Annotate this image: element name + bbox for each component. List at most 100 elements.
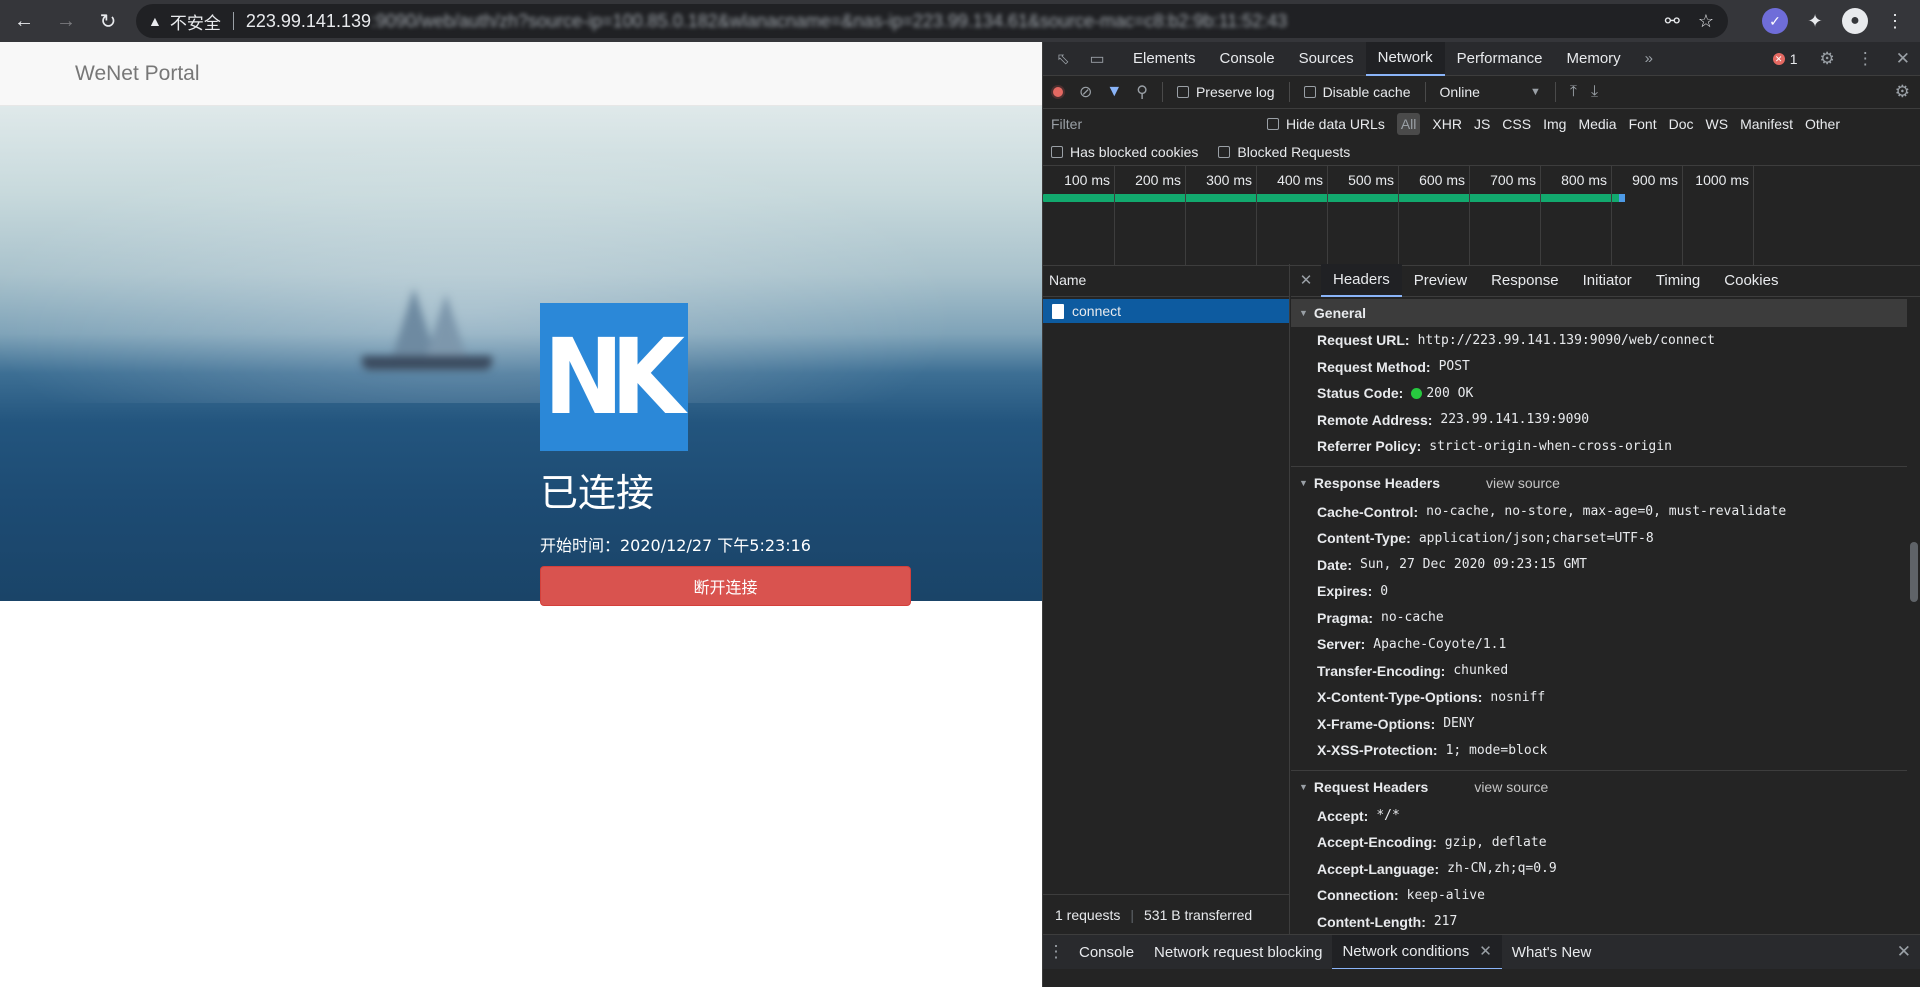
filter-doc[interactable]: Doc [1669,116,1694,132]
tab-performance[interactable]: Performance [1445,42,1555,76]
search-icon[interactable]: ⚲ [1136,82,1148,102]
timeline-tick-label: 100 ms [1064,172,1110,188]
tab-memory[interactable]: Memory [1555,42,1633,76]
request-headers-section-header[interactable]: ▼ Request Headers view source [1291,771,1920,803]
checkbox[interactable] [1267,117,1279,130]
tab-sources[interactable]: Sources [1287,42,1366,76]
filter-js[interactable]: JS [1474,116,1490,132]
filter-input[interactable]: Filter [1047,111,1257,136]
detail-scrollbar[interactable] [1907,297,1920,934]
tab-headers[interactable]: Headers [1321,264,1402,297]
status-ok-icon [1411,387,1423,399]
name-column-header[interactable]: Name [1043,264,1289,297]
timeline-gridline [1185,166,1186,266]
tab-elements[interactable]: Elements [1121,42,1208,76]
warning-icon[interactable]: ▲ [148,13,162,29]
reload-icon[interactable]: ↻ [90,3,126,39]
tab-response[interactable]: Response [1479,264,1571,297]
key-icon[interactable]: ⚯ [1665,11,1680,32]
drawer-menu-icon[interactable]: ⋮ [1043,942,1069,962]
filter-css[interactable]: CSS [1502,116,1531,132]
import-har-icon[interactable]: ⤒ [1570,83,1577,101]
error-count-badge[interactable]: ✕ 1 [1772,51,1798,67]
checkbox[interactable] [1051,145,1063,158]
disable-cache-checkbox[interactable]: Disable cache [1303,84,1411,100]
brand-title[interactable]: WeNet Portal [75,62,200,86]
export-har-icon[interactable]: ⤓ [1591,83,1598,101]
profile-avatar-icon[interactable]: ● [1842,8,1868,34]
clear-icon[interactable]: ⊘ [1079,82,1092,102]
view-source-link[interactable]: view source [1486,475,1560,491]
timeline-gridline [1256,166,1257,266]
checkbox[interactable] [1218,145,1231,158]
drawer-tab-console[interactable]: Console [1069,935,1144,970]
dropdown-icon: ▼ [1529,86,1541,98]
forward-icon[interactable]: → [48,3,84,39]
tab-preview[interactable]: Preview [1402,264,1479,297]
preserve-log-checkbox[interactable]: Preserve log [1176,84,1275,100]
close-detail-icon[interactable]: ✕ [1291,271,1321,289]
sailboat-image [362,288,492,378]
drawer-tab-network-conditions[interactable]: Network conditions ✕ [1332,934,1502,970]
drawer-tab-request-blocking[interactable]: Network request blocking [1144,935,1332,970]
record-icon[interactable] [1051,85,1065,99]
checkbox[interactable] [1303,86,1316,98]
scrollbar-thumb[interactable] [1910,542,1918,602]
security-label[interactable]: 不安全 [170,9,221,34]
close-devtools-icon[interactable]: ✕ [1896,49,1910,69]
device-toolbar-icon[interactable]: ▭ [1083,45,1111,73]
more-tabs-icon[interactable]: » [1633,42,1665,76]
header-value: chunked [1453,663,1509,679]
close-tab-icon[interactable]: ✕ [1479,942,1492,960]
blocked-filters: Has blocked cookies Blocked Requests [1043,138,1920,166]
filter-icon[interactable]: ▼ [1106,83,1122,101]
request-timing-bar [1043,194,1626,202]
filter-font[interactable]: Font [1629,116,1657,132]
divider [1161,82,1163,102]
filter-all[interactable]: All [1396,112,1421,135]
filter-other[interactable]: Other [1805,116,1840,132]
header-value: http://223.99.141.139:9090/web/connect [1417,332,1715,348]
network-settings-icon[interactable]: ⚙ [1895,82,1910,102]
resource-type-filters: Hide data URLs All XHR JS CSS Img Media … [1267,112,1840,135]
filter-manifest[interactable]: Manifest [1740,116,1793,132]
filter-img[interactable]: Img [1543,116,1566,132]
devtools-menu-icon[interactable]: ⋮ [1857,49,1874,69]
divider [1554,82,1556,102]
inspect-element-icon[interactable]: ⬁ [1049,45,1077,73]
has-blocked-cookies-checkbox[interactable]: Has blocked cookies [1051,144,1198,160]
browser-toolbar: ← → ↻ ▲ 不安全 223.99.141.139 :9090/web/aut… [0,0,1920,42]
url-host[interactable]: 223.99.141.139 [246,11,371,32]
request-row[interactable]: connect [1043,299,1289,323]
connection-status: 已连接 [540,471,655,515]
blocked-requests-checkbox[interactable]: Blocked Requests [1218,144,1350,160]
drawer-tab-whats-new[interactable]: What's New [1502,935,1602,970]
menu-dots-icon[interactable]: ⋮ [1882,8,1908,34]
star-icon[interactable]: ☆ [1698,11,1714,32]
tab-console[interactable]: Console [1208,42,1287,76]
puzzle-icon[interactable]: ✦ [1802,8,1828,34]
close-drawer-icon[interactable]: ✕ [1897,942,1911,962]
general-section-header[interactable]: ▼ General [1291,299,1920,327]
filter-media[interactable]: Media [1578,116,1616,132]
filter-ws[interactable]: WS [1706,116,1729,132]
back-icon[interactable]: ← [6,3,42,39]
address-bar[interactable]: ▲ 不安全 223.99.141.139 :9090/web/auth/zh?s… [136,4,1728,38]
disconnect-button[interactable]: 断开连接 [540,566,911,606]
tab-cookies[interactable]: Cookies [1712,264,1790,297]
extension-check-icon[interactable]: ✓ [1762,8,1788,34]
tab-initiator[interactable]: Initiator [1571,264,1644,297]
header-key: Content-Type: [1317,530,1411,547]
view-source-link[interactable]: view source [1474,779,1548,795]
hide-data-urls-checkbox[interactable]: Hide data URLs [1267,116,1385,132]
throttling-select[interactable]: Online ▼ [1440,84,1541,100]
settings-gear-icon[interactable]: ⚙ [1820,49,1835,69]
url-path[interactable]: :9090/web/auth/zh?source-ip=100.85.0.182… [371,11,1287,32]
network-overview-timeline[interactable]: 100 ms 200 ms 300 ms 400 ms 500 ms 600 ms 700 … [1043,166,1920,266]
timeline-gridline [1540,166,1541,266]
checkbox[interactable] [1176,86,1189,98]
response-headers-section-header[interactable]: ▼ Response Headers view source [1291,467,1920,499]
tab-timing[interactable]: Timing [1644,264,1712,297]
filter-xhr[interactable]: XHR [1432,116,1462,132]
tab-network[interactable]: Network [1365,41,1445,76]
